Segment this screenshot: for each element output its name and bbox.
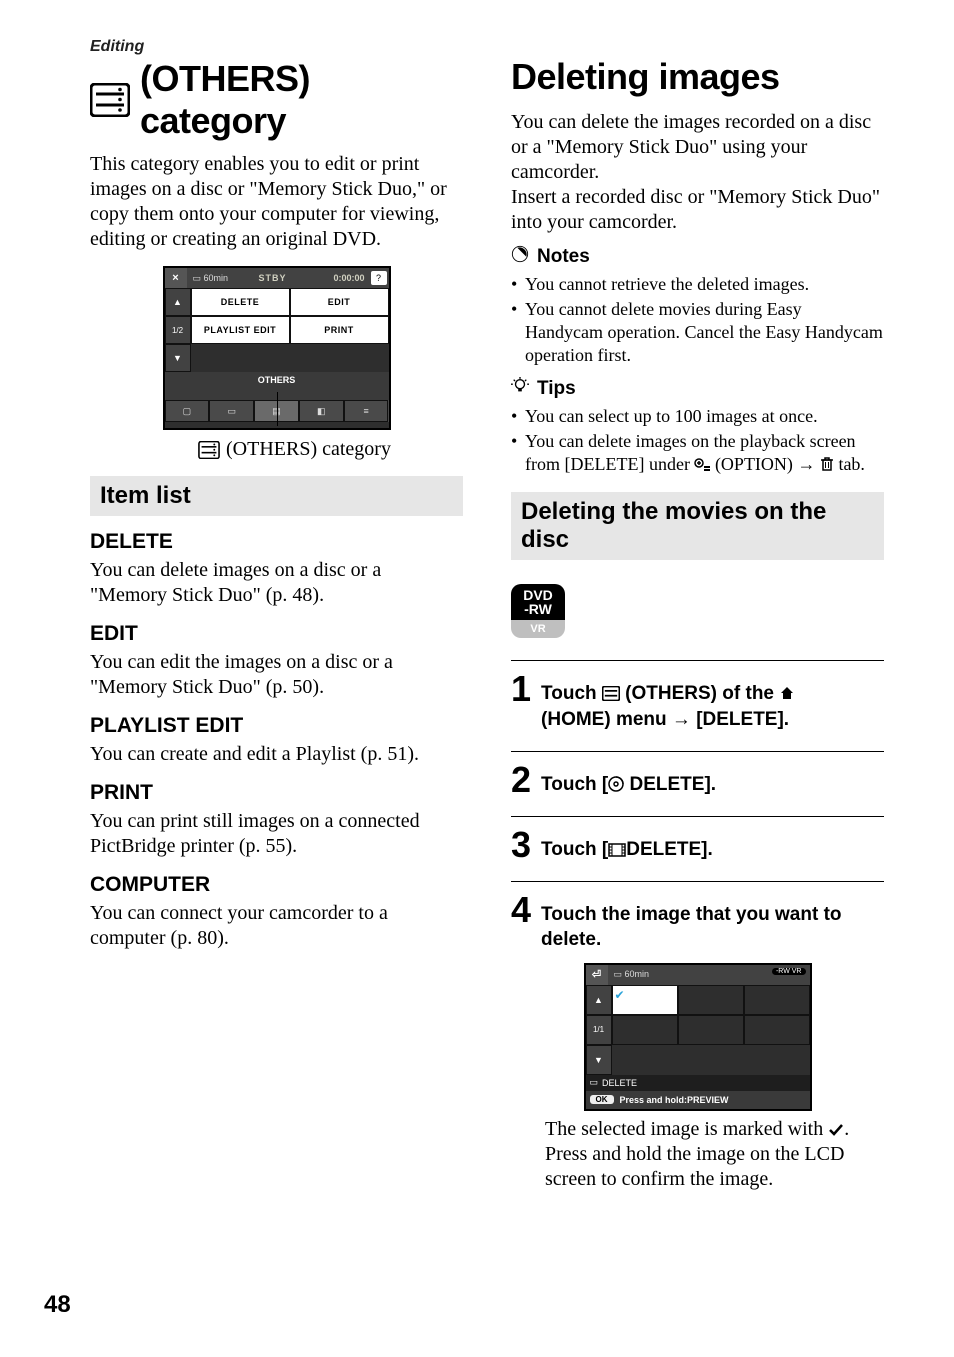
playlist-heading: PLAYLIST EDIT (90, 714, 463, 738)
film-icon (608, 839, 626, 860)
item-list-heading: Item list (90, 476, 463, 516)
help-icon[interactable]: ? (371, 271, 387, 285)
others-category-icon (198, 441, 220, 459)
intro-1: You can delete the images recorded on a … (511, 110, 884, 185)
menu-delete-button[interactable]: DELETE (191, 288, 290, 316)
timecode: 0:00:00 (333, 273, 364, 283)
list-item: You can delete images on the playback sc… (511, 430, 884, 476)
scroll-up-icon[interactable]: ▲ (586, 985, 612, 1015)
thumbnail-empty[interactable] (744, 1015, 810, 1045)
home-icon (779, 683, 795, 704)
tips-icon (511, 377, 529, 401)
page-number: 48 (44, 1291, 71, 1319)
ok-button[interactable]: OK (590, 1095, 614, 1104)
playlist-body: You can create and edit a Playlist (p. 5… (90, 742, 463, 767)
delete-body: You can delete images on a disc or a "Me… (90, 558, 463, 608)
left-column: Editing (OTHERS) category This category … (90, 38, 463, 1192)
divider (511, 660, 884, 661)
section-heading: Deleting the movies on the disc (511, 492, 884, 560)
menu-print-button[interactable]: PRINT (290, 316, 389, 344)
computer-body: You can connect your camcorder to a comp… (90, 901, 463, 951)
print-heading: PRINT (90, 781, 463, 805)
divider (511, 881, 884, 882)
step-1: 1 Touch (OTHERS) of the (HOME) menu → [D… (511, 671, 884, 732)
tab-camera-icon[interactable]: ▢ (165, 400, 210, 422)
tips-heading: Tips (511, 377, 884, 401)
step-number: 2 (511, 762, 531, 798)
status-stby: STBY (259, 273, 287, 283)
figure-caption: (OTHERS) category (198, 438, 391, 461)
hint-text: Press and hold:PREVIEW (620, 1095, 729, 1105)
step-2: 2 Touch [ DELETE]. (511, 762, 884, 798)
notes-list: You cannot retrieve the deleted images. … (511, 273, 884, 367)
step-3: 3 Touch [DELETE]. (511, 827, 884, 863)
battery-indicator: ▭ 60min (193, 273, 229, 284)
delete-heading: DELETE (90, 530, 463, 554)
disc-type-badge: -RW VR (772, 968, 806, 975)
vr-badge: VR (511, 620, 565, 638)
menu-screenshot: × ▭ 60min STBY 0:00:00 ? ▲ DELETE EDIT 1… (90, 266, 463, 464)
edit-body: You can edit the images on a disc or a "… (90, 650, 463, 700)
thumbnail-empty[interactable] (744, 985, 810, 1015)
step-number: 3 (511, 827, 531, 863)
breadcrumb: Editing (90, 38, 463, 56)
notes-icon (511, 245, 529, 269)
pager: 1/1 (586, 1015, 612, 1045)
list-item: You can select up to 100 images at once. (511, 405, 884, 428)
delete-screenshot: ⏎ ▭ 60min -RW VR ▲ ✔ 1/1 ▼ (511, 963, 884, 1111)
notes-heading: Notes (511, 245, 884, 269)
scroll-down-icon[interactable]: ▼ (586, 1045, 612, 1075)
scroll-down-icon[interactable]: ▼ (165, 344, 191, 372)
tips-list: You can select up to 100 images at once.… (511, 405, 884, 476)
page-title-row: (OTHERS) category (90, 58, 463, 142)
back-icon[interactable]: ⏎ (586, 965, 608, 985)
close-icon[interactable]: × (165, 268, 187, 288)
after-step-text: The selected image is marked with . Pres… (545, 1117, 884, 1192)
thumbnail-empty[interactable] (678, 985, 744, 1015)
edit-heading: EDIT (90, 622, 463, 646)
thumbnail-selected[interactable]: ✔ (612, 985, 678, 1015)
tab-view-icon[interactable]: ▭ (209, 400, 254, 422)
tab-manage-icon[interactable]: ◧ (299, 400, 344, 422)
film-icon: ▭ (590, 1077, 599, 1088)
others-category-icon (602, 683, 620, 704)
step-number: 1 (511, 671, 531, 707)
page-title: Deleting images (511, 56, 884, 98)
intro-paragraph: This category enables you to edit or pri… (90, 152, 463, 252)
battery-indicator: ▭ 60min (614, 969, 650, 980)
others-category-icon (90, 83, 130, 117)
checkmark-icon (828, 1118, 844, 1140)
pager: 1/2 (165, 316, 191, 344)
disc-icon (608, 774, 624, 795)
scroll-up-icon[interactable]: ▲ (165, 288, 191, 316)
divider (511, 751, 884, 752)
list-item: You cannot retrieve the deleted images. (511, 273, 884, 296)
page-title: (OTHERS) category (140, 58, 463, 142)
right-column: Deleting images You can delete the image… (511, 38, 884, 1192)
disc-format-badge: DVD -RW VR (511, 584, 565, 638)
menu-edit-button[interactable]: EDIT (290, 288, 389, 316)
intro-2: Insert a recorded disc or "Memory Stick … (511, 185, 884, 235)
thumbnail-empty[interactable] (678, 1015, 744, 1045)
list-item: You cannot delete movies during Easy Han… (511, 298, 884, 367)
step-4: 4 Touch the image that you want to delet… (511, 892, 884, 953)
computer-heading: COMPUTER (90, 873, 463, 897)
trash-icon (820, 454, 834, 474)
divider (511, 816, 884, 817)
delete-mode-label: ▭ DELETE (586, 1075, 810, 1091)
thumbnail-empty[interactable] (612, 1015, 678, 1045)
option-icon (694, 454, 710, 474)
print-body: You can print still images on a connecte… (90, 809, 463, 859)
dvd-rw-badge: DVD -RW (511, 584, 565, 620)
menu-playlist-button[interactable]: PLAYLIST EDIT (191, 316, 290, 344)
step-number: 4 (511, 892, 531, 928)
tab-settings-icon[interactable]: ≡ (344, 400, 389, 422)
